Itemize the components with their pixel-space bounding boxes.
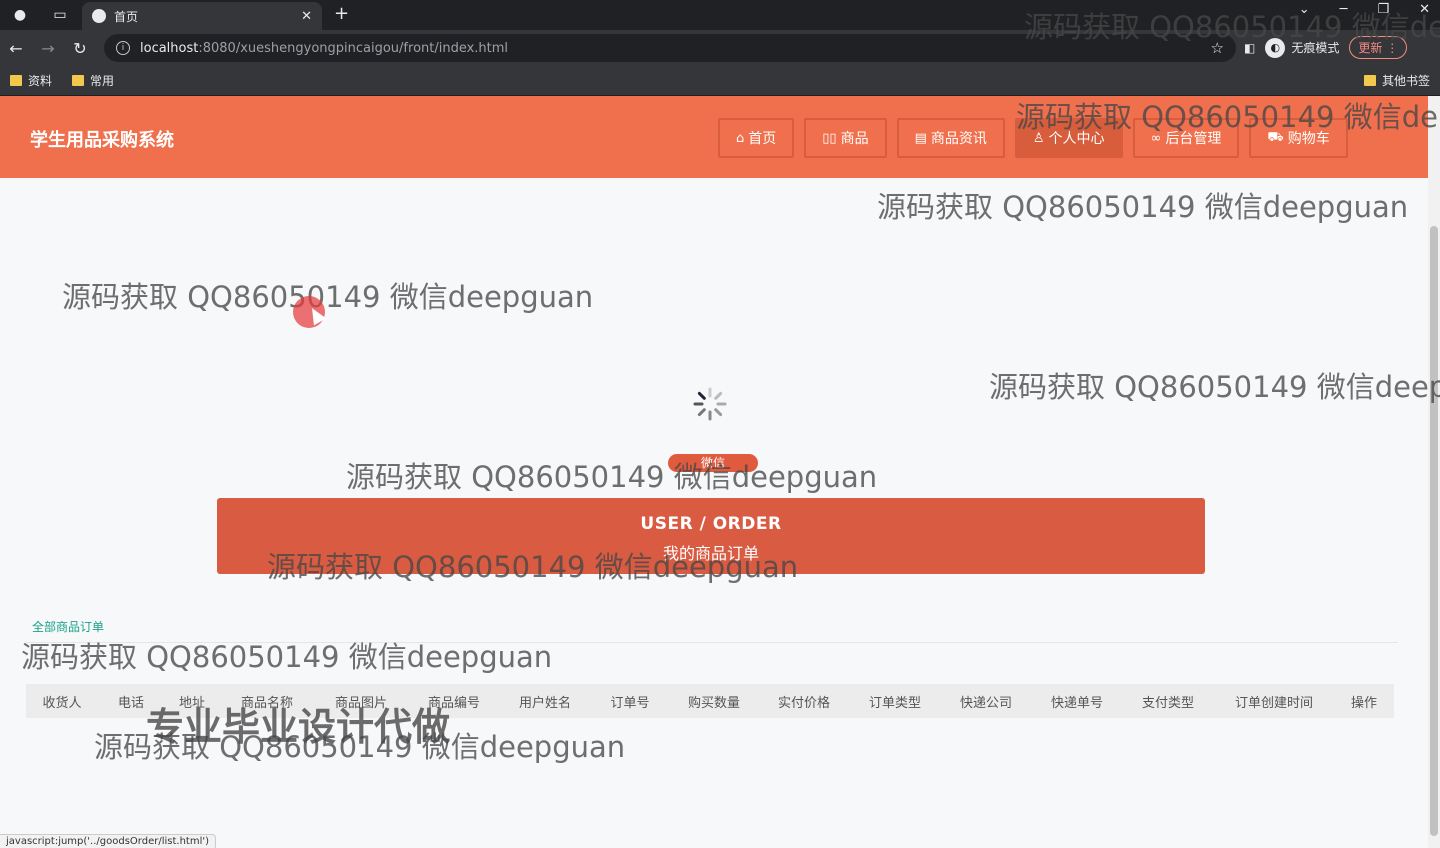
- back-icon[interactable]: ←: [0, 39, 32, 58]
- user-icon: ♙: [1032, 130, 1045, 146]
- home-icon: ⌂: [736, 130, 745, 146]
- loading-spinner-icon: [693, 387, 727, 421]
- bookmarks-bar: 资料 常用 其他书签: [0, 66, 1440, 96]
- incognito-icon: ◐: [1265, 37, 1286, 58]
- main-nav: ⌂ 首页 ▯▯ 商品 ▤ 商品资讯 ♙ 个人中心 ∞ 后台管理 ⛟ 购物车: [718, 118, 1348, 158]
- new-tab-icon[interactable]: +: [334, 3, 349, 24]
- divider: [26, 642, 1398, 643]
- minimize-icon[interactable]: ─: [1340, 2, 1348, 17]
- column-header: 订单类型: [868, 695, 921, 711]
- close-icon[interactable]: ✕: [301, 9, 312, 24]
- site-header: 学生用品采购系统 ⌂ 首页 ▯▯ 商品 ▤ 商品资讯 ♙ 个人中心 ∞ 后台管理 ⛟ 购物车: [0, 96, 1428, 178]
- column-header: 快递单号: [1050, 695, 1103, 711]
- scrollbar-thumb[interactable]: [1430, 226, 1438, 836]
- info-icon[interactable]: i: [116, 41, 130, 55]
- column-header: 购买数量: [687, 695, 740, 711]
- url-path: :8080/xueshengyongpincaigou/front/index.…: [198, 40, 509, 56]
- column-header: 快递公司: [959, 695, 1012, 711]
- tab-title: 首页: [114, 9, 139, 24]
- reload-icon[interactable]: ↻: [64, 39, 96, 58]
- update-button[interactable]: 更新 ⋮: [1349, 36, 1408, 59]
- nav-goods-button[interactable]: ▯▯ 商品: [804, 118, 887, 158]
- column-header: 操作: [1350, 695, 1377, 711]
- nav-user-center-button[interactable]: ♙ 个人中心: [1014, 118, 1123, 158]
- tab-all-orders[interactable]: 全部商品订单: [32, 618, 104, 635]
- sidepanel-icon[interactable]: ◧: [1244, 41, 1255, 55]
- incognito-label: 无痕模式: [1291, 41, 1340, 55]
- banner-title-cn: 我的商品订单: [662, 544, 759, 563]
- loading-label: 微信: [668, 454, 758, 472]
- globe-icon: [92, 9, 106, 23]
- watermark-big: 专业毕业设计代做: [146, 705, 451, 749]
- nav-news-button[interactable]: ▤ 商品资讯: [896, 118, 1005, 158]
- status-bar: javascript:jump('../goodsOrder/list.html…: [0, 834, 216, 848]
- column-header: 用户姓名: [518, 695, 571, 711]
- column-header: 订单号: [610, 695, 650, 711]
- folder-icon: [1363, 75, 1376, 86]
- browser-right-tools: ◧ ◐ 无痕模式 更新 ⋮: [1244, 36, 1408, 59]
- address-toolbar: ← → ↻ i localhost:8080/xueshengyongpinca…: [0, 30, 1440, 66]
- order-banner: USER / ORDER 我的商品订单: [217, 498, 1205, 574]
- site-title: 学生用品采购系统: [30, 130, 174, 151]
- news-icon: ▤: [914, 130, 927, 146]
- close-window-icon[interactable]: ✕: [1419, 2, 1430, 17]
- browser-tab[interactable]: 首页 ✕: [82, 2, 322, 30]
- tab-search-icon[interactable]: ▭: [46, 4, 74, 26]
- bookmark-folder[interactable]: 资料: [10, 72, 52, 89]
- grid-icon: ▯▯: [822, 130, 837, 146]
- nav-home-button[interactable]: ⌂ 首页: [718, 118, 795, 158]
- browser-tabbar: ● ▭ 首页 ✕ + ⌄ ─ ❐ ✕: [0, 0, 1440, 30]
- url-host: localhost: [140, 40, 199, 56]
- folder-icon: [10, 75, 22, 86]
- bookmark-star-icon[interactable]: ☆: [1211, 39, 1224, 57]
- chevron-down-icon[interactable]: ⌄: [1299, 2, 1310, 17]
- other-bookmarks[interactable]: 其他书签: [1363, 72, 1430, 89]
- link-icon: ∞: [1150, 130, 1162, 146]
- column-header: 支付类型: [1141, 695, 1194, 711]
- bookmark-folder[interactable]: 常用: [72, 72, 114, 89]
- restore-icon[interactable]: ❐: [1377, 2, 1389, 17]
- folder-icon: [72, 75, 85, 86]
- banner-title-en: USER / ORDER: [640, 514, 782, 534]
- forward-icon[interactable]: →: [32, 39, 64, 58]
- cart-icon: ⛟: [1267, 129, 1284, 145]
- nav-cart-button[interactable]: ⛟ 购物车: [1249, 118, 1348, 158]
- column-header: 订单创建时间: [1234, 695, 1313, 711]
- page-viewport: 学生用品采购系统 ⌂ 首页 ▯▯ 商品 ▤ 商品资讯 ♙ 个人中心 ∞ 后台管理 ⛟ 购物车…: [0, 96, 1428, 848]
- column-header: 收货人: [42, 695, 82, 711]
- browser-profile-icon[interactable]: ●: [6, 4, 34, 26]
- incognito-indicator[interactable]: ◐ 无痕模式: [1265, 37, 1340, 58]
- column-header: 实付价格: [777, 695, 830, 711]
- url-input[interactable]: i localhost:8080/xueshengyongpincaigou/f…: [104, 34, 1236, 62]
- window-controls: ⌄ ─ ❐ ✕: [1299, 2, 1430, 17]
- nav-admin-button[interactable]: ∞ 后台管理: [1132, 118, 1240, 158]
- page-scrollbar[interactable]: [1428, 96, 1440, 848]
